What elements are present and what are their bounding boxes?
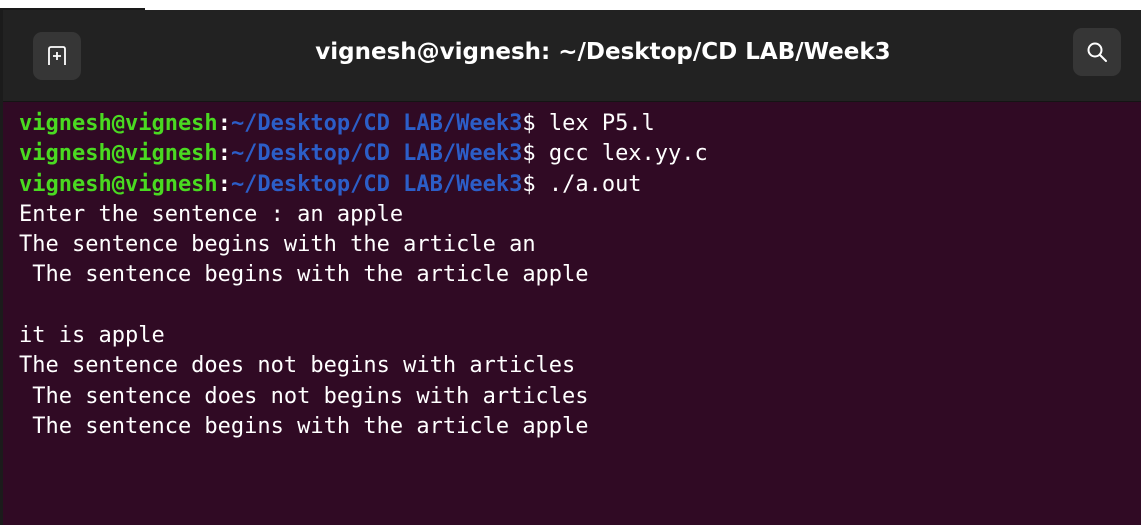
output-line: The sentence begins with the article app…	[19, 413, 589, 439]
prompt-user: vignesh@vignesh	[19, 171, 218, 197]
prompt-path: ~/Desktop/CD LAB/Week3	[230, 171, 523, 197]
prompt-path: ~/Desktop/CD LAB/Week3	[230, 141, 523, 167]
output-line: The sentence does not begins with articl…	[19, 353, 576, 379]
output-line: The sentence begins with the article an	[19, 232, 536, 258]
output-line: The sentence begins with the article app…	[19, 262, 589, 288]
prompt-line: vignesh@vignesh:~/Desktop/CD LAB/Week3$ …	[19, 109, 1134, 139]
search-icon	[1087, 42, 1107, 62]
prompt-command: ./a.out	[535, 171, 642, 197]
output-line: it is apple	[19, 323, 165, 349]
terminal-output[interactable]: vignesh@vignesh:~/Desktop/CD LAB/Week3$ …	[19, 109, 1134, 519]
prompt-separator: :	[217, 171, 231, 197]
prompt-user: vignesh@vignesh	[19, 141, 218, 167]
titlebar: vignesh@vignesh: ~/Desktop/CD LAB/Week3	[3, 10, 1141, 102]
prompt-user: vignesh@vignesh	[19, 111, 218, 136]
prompt-line: vignesh@vignesh:~/Desktop/CD LAB/Week3$ …	[19, 170, 1134, 200]
search-button[interactable]	[1073, 28, 1121, 76]
prompt-separator: :	[217, 141, 231, 167]
prompt-symbol: $	[522, 171, 536, 197]
prompt-command: gcc lex.yy.c	[535, 141, 708, 167]
prompt-separator: :	[217, 111, 231, 136]
output-line: Enter the sentence : an apple	[19, 201, 404, 227]
new-tab-button[interactable]	[33, 32, 81, 80]
top-strip	[0, 0, 1141, 10]
prompt-line: vignesh@vignesh:~/Desktop/CD LAB/Week3$ …	[19, 139, 1134, 169]
terminal-window: vignesh@vignesh: ~/Desktop/CD LAB/Week3 …	[0, 10, 1141, 525]
window-title: vignesh@vignesh: ~/Desktop/CD LAB/Week3	[315, 39, 891, 65]
prompt-path: ~/Desktop/CD LAB/Week3	[230, 111, 523, 136]
screen: vignesh@vignesh: ~/Desktop/CD LAB/Week3 …	[0, 0, 1141, 525]
prompt-symbol: $	[522, 141, 536, 167]
new-tab-icon	[48, 46, 66, 65]
prompt-symbol: $	[522, 111, 536, 136]
prompt-command: lex P5.l	[535, 111, 655, 136]
output-line: The sentence does not begins with articl…	[19, 383, 589, 409]
